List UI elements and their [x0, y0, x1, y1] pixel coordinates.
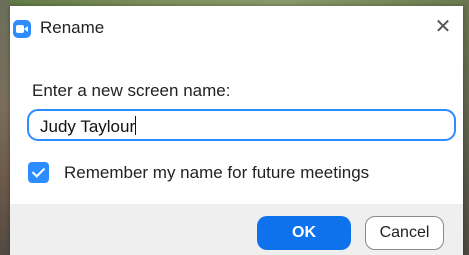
rename-dialog: Rename ✕ Enter a new screen name: Judy T… [10, 6, 463, 255]
text-caret [135, 116, 137, 135]
screen-name-label: Enter a new screen name: [32, 81, 231, 100]
zoom-camera-icon [13, 20, 31, 38]
screen-name-value: Judy Taylour [40, 116, 137, 136]
remember-name-label[interactable]: Remember my name for future meetings [64, 163, 369, 183]
close-button[interactable]: ✕ [433, 17, 453, 37]
background-wallpaper-right [463, 0, 469, 255]
dialog-titlebar: Rename ✕ [10, 6, 463, 48]
background-wallpaper-left [0, 0, 10, 255]
dialog-footer: OK Cancel [10, 204, 463, 255]
remember-name-checkbox[interactable] [28, 162, 49, 183]
cancel-button[interactable]: Cancel [365, 216, 444, 250]
ok-button[interactable]: OK [257, 216, 351, 250]
dialog-title: Rename [40, 18, 105, 37]
dialog-content: Enter a new screen name: Judy Taylour Re… [10, 48, 463, 204]
screen-name-input[interactable]: Judy Taylour [27, 109, 456, 141]
